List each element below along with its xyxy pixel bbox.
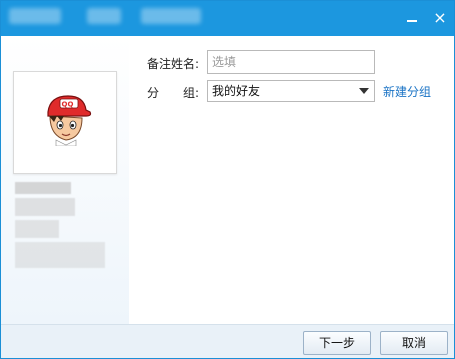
new-group-link[interactable]: 新建分组 bbox=[383, 83, 431, 100]
group-label: 分 组: bbox=[147, 86, 200, 100]
remark-name-label: 备注姓名: bbox=[147, 57, 200, 71]
title-bar[interactable]: × bbox=[1, 1, 454, 36]
dialog-footer: 下一步 取消 bbox=[1, 324, 454, 358]
qq-avatar-icon: QQ bbox=[47, 95, 92, 146]
group-selected-value: 我的好友 bbox=[212, 84, 261, 98]
minimize-icon bbox=[407, 19, 417, 22]
next-step-button[interactable]: 下一步 bbox=[303, 331, 371, 355]
blurred-title bbox=[141, 8, 201, 24]
minimize-button[interactable] bbox=[401, 7, 423, 29]
profile-panel: QQ bbox=[1, 36, 129, 324]
close-button[interactable]: × bbox=[429, 7, 451, 29]
blurred-info bbox=[15, 220, 59, 238]
remark-name-input[interactable] bbox=[207, 50, 375, 74]
avatar: QQ bbox=[13, 71, 117, 174]
group-select[interactable]: 我的好友 bbox=[207, 80, 375, 102]
friend-form: 备注姓名: 分 组: 我的好友 新建分组 bbox=[129, 36, 454, 324]
add-friend-dialog: × QQ 备注姓名: 选填 分 组: 我的好友 新建分组 下一步 取消 bbox=[0, 0, 455, 359]
chevron-down-icon bbox=[359, 88, 369, 94]
close-icon: × bbox=[433, 8, 447, 27]
blurred-title bbox=[9, 8, 61, 24]
blurred-info bbox=[15, 198, 75, 216]
blurred-title bbox=[87, 8, 121, 24]
svg-text:QQ: QQ bbox=[62, 101, 74, 109]
blurred-nickname bbox=[15, 182, 71, 194]
cancel-button[interactable]: 取消 bbox=[380, 331, 448, 355]
blurred-info bbox=[15, 242, 105, 268]
